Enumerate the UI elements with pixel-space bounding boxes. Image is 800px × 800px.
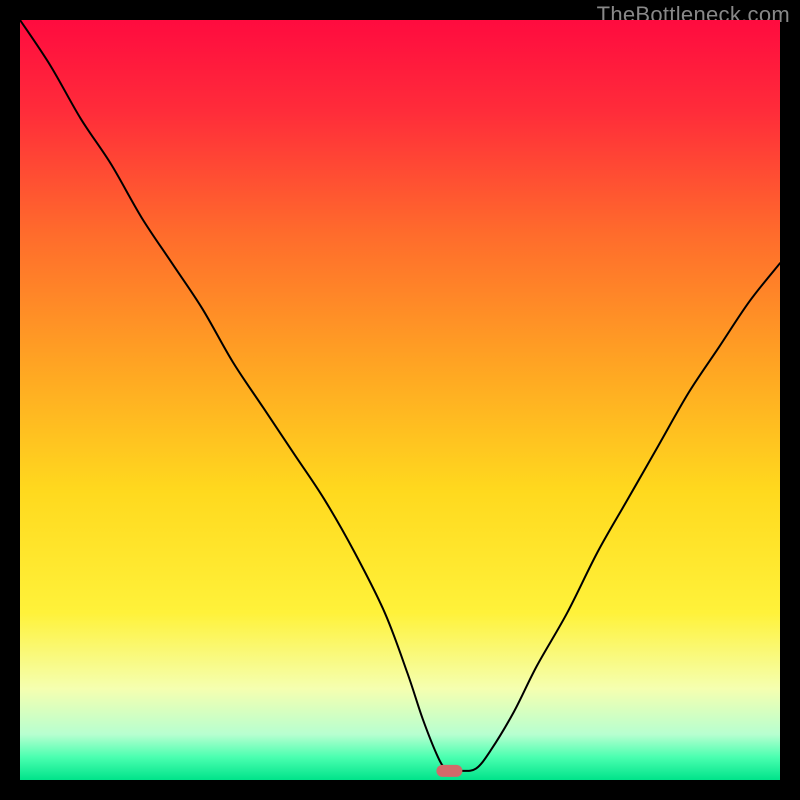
bottleneck-chart (20, 20, 780, 780)
chart-frame: TheBottleneck.com (0, 0, 800, 800)
minimum-marker (436, 765, 462, 777)
chart-background (20, 20, 780, 780)
